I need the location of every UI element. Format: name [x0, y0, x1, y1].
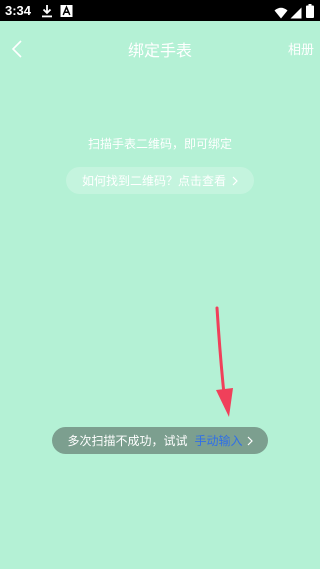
- nav-bar: 绑定手表 相册: [0, 21, 320, 83]
- notification-a-icon: [60, 3, 73, 22]
- status-bar: 3:34: [0, 0, 320, 21]
- album-button[interactable]: 相册: [288, 42, 314, 60]
- find-qr-help-label: 如何找到二维码？点击查看: [81, 173, 226, 188]
- chevron-right-icon: [232, 176, 238, 186]
- status-time: 3:34: [5, 3, 32, 18]
- manual-entry-hint: 多次扫描不成功，试试: [67, 433, 188, 448]
- manual-entry-bar: 多次扫描不成功，试试 手动输入: [52, 427, 268, 454]
- battery-icon: [306, 3, 314, 22]
- download-icon: [41, 3, 53, 22]
- find-qr-help-button[interactable]: 如何找到二维码？点击查看: [66, 167, 254, 194]
- chevron-right-icon: [247, 436, 253, 446]
- scan-hint-text: 扫描手表二维码，即可绑定: [87, 137, 232, 151]
- page-title: 绑定手表: [127, 41, 192, 60]
- manual-entry-button[interactable]: 手动输入: [195, 433, 253, 449]
- manual-entry-label: 手动输入: [194, 433, 243, 448]
- back-button[interactable]: [4, 38, 30, 64]
- red-arrow-icon: [205, 300, 245, 425]
- chevron-left-icon: [11, 40, 23, 62]
